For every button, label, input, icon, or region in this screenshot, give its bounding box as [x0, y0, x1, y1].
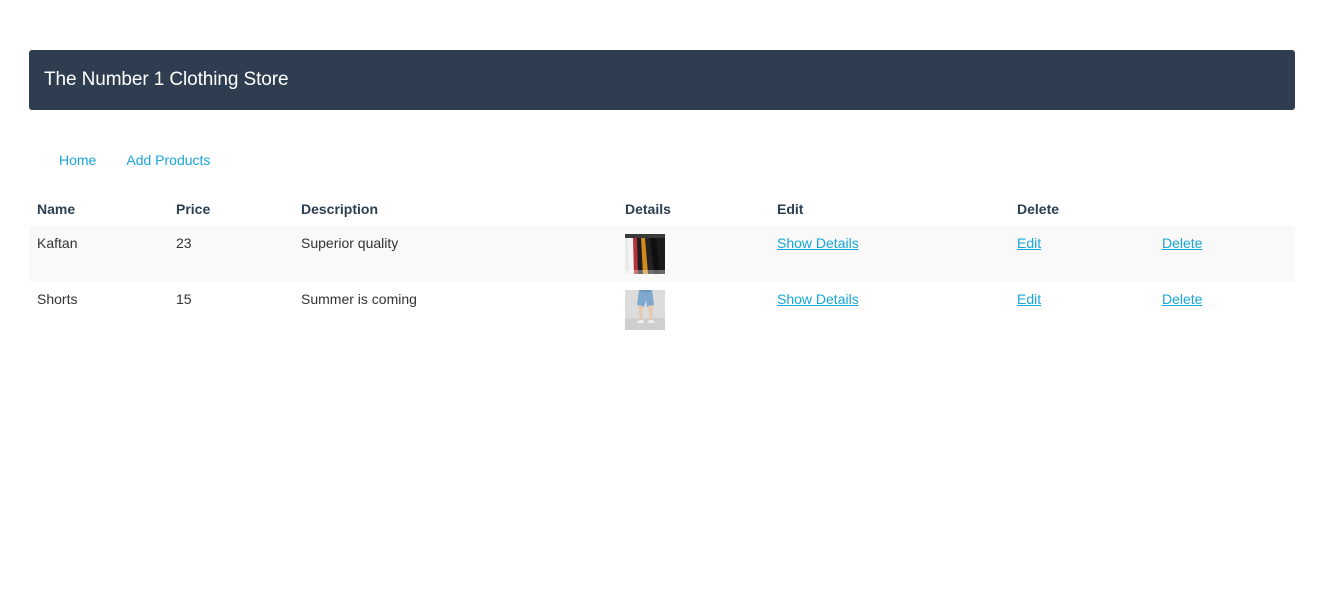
delete-cell: Delete [1154, 226, 1295, 282]
delete-link[interactable]: Delete [1162, 235, 1202, 251]
product-image-cell [617, 226, 769, 282]
table-header-row: Name Price Description Details Edit Dele… [29, 193, 1295, 226]
column-header-details: Details [625, 201, 671, 217]
column-header-description: Description [301, 201, 379, 217]
edit-cell: Edit [1009, 282, 1154, 338]
column-header-edit: Edit [777, 201, 804, 217]
delete-link[interactable]: Delete [1162, 291, 1202, 307]
product-price-cell: 23 [176, 235, 192, 251]
product-description-cell: Superior quality [301, 235, 399, 251]
product-name-cell: Kaftan [37, 235, 78, 251]
nav-home-link[interactable]: Home [59, 152, 96, 168]
delete-cell: Delete [1154, 282, 1295, 338]
product-description-cell: Summer is coming [301, 291, 417, 307]
show-details-cell: Show Details [769, 226, 1009, 282]
edit-cell: Edit [1009, 226, 1154, 282]
column-header-price: Price [176, 201, 211, 217]
product-name-cell: Shorts [37, 291, 78, 307]
table-row: Shorts 15 Summer is coming Show Details [29, 282, 1295, 338]
show-details-cell: Show Details [769, 282, 1009, 338]
show-details-link[interactable]: Show Details [777, 235, 859, 251]
column-header-name: Name [37, 201, 76, 217]
denim-shorts-image [625, 290, 665, 330]
site-title: The Number 1 Clothing Store [44, 69, 289, 90]
product-price-cell: 15 [176, 291, 192, 307]
edit-link[interactable]: Edit [1017, 291, 1041, 307]
column-header-empty [1154, 193, 1295, 226]
column-header-delete: Delete [1017, 201, 1060, 217]
product-image-cell [617, 282, 769, 338]
clothes-rack-image [625, 234, 665, 274]
show-details-link[interactable]: Show Details [777, 291, 859, 307]
main-nav: Home Add Products [59, 152, 210, 168]
products-table: Name Price Description Details Edit Dele… [29, 193, 1295, 338]
nav-add-products-link[interactable]: Add Products [126, 152, 210, 168]
edit-link[interactable]: Edit [1017, 235, 1041, 251]
table-row: Kaftan 23 Superior quality Show Details … [29, 226, 1295, 282]
site-header: The Number 1 Clothing Store [29, 50, 1295, 110]
